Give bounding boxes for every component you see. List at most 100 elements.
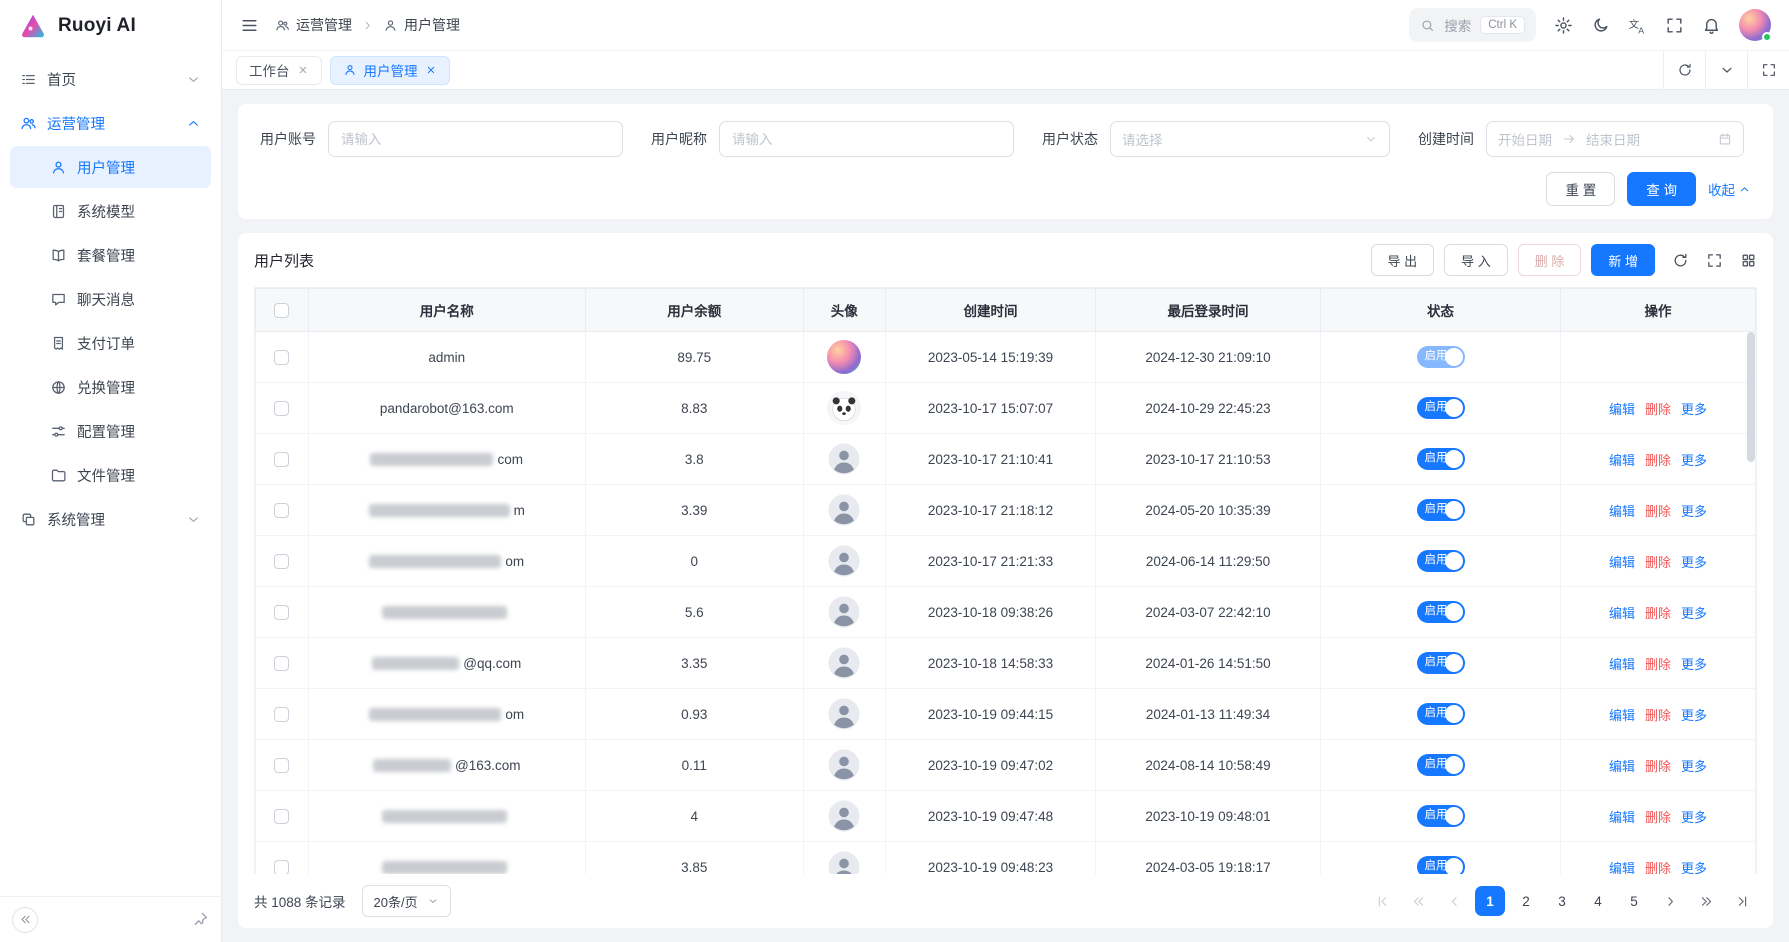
export-button[interactable]: 导 出 [1371,244,1435,276]
page-first-button[interactable] [1367,886,1397,916]
more-link[interactable]: 更多 [1681,555,1707,570]
sidebar-item[interactable]: 支付订单 [10,322,211,364]
table-scrollbar[interactable] [1747,332,1755,874]
status-toggle[interactable]: 启用 [1417,754,1465,776]
more-link[interactable]: 更多 [1681,504,1707,519]
edit-link[interactable]: 编辑 [1609,759,1635,774]
scrollbar-thumb[interactable] [1747,332,1755,462]
gear-icon[interactable] [1554,16,1573,35]
page-size-select[interactable]: 20条/页 [362,885,451,917]
status-toggle[interactable]: 启用 [1417,448,1465,470]
more-link[interactable]: 更多 [1681,810,1707,825]
more-link[interactable]: 更多 [1681,657,1707,672]
page-button[interactable]: 3 [1547,886,1577,916]
row-checkbox[interactable] [274,401,289,416]
reset-button[interactable]: 重 置 [1546,172,1615,206]
page-next-button[interactable] [1655,886,1685,916]
breadcrumb-operations[interactable]: 运营管理 [275,15,352,35]
status-toggle[interactable]: 启用 [1417,397,1465,419]
sidebar-item[interactable]: 兑换管理 [10,366,211,408]
page-prev-button[interactable] [1439,886,1469,916]
created-date-range[interactable]: 开始日期 结束日期 [1486,121,1744,157]
delete-link[interactable]: 删除 [1645,810,1671,825]
row-checkbox[interactable] [274,350,289,365]
close-icon[interactable] [297,64,309,76]
tab-workbench[interactable]: 工作台 [236,56,322,85]
delete-link[interactable]: 删除 [1645,759,1671,774]
page-button[interactable]: 1 [1475,886,1505,916]
refresh-icon[interactable] [1672,252,1689,269]
status-toggle[interactable]: 启用 [1417,346,1465,368]
close-icon[interactable] [425,64,437,76]
sidebar-item[interactable]: 配置管理 [10,410,211,452]
sidebar-item[interactable]: 套餐管理 [10,234,211,276]
global-search[interactable]: 搜索 Ctrl K [1409,8,1536,42]
nickname-input[interactable] [719,121,1014,157]
fullscreen-icon[interactable] [1665,16,1684,35]
delete-link[interactable]: 删除 [1645,861,1671,875]
edit-link[interactable]: 编辑 [1609,402,1635,417]
status-toggle[interactable]: 启用 [1417,703,1465,725]
grid-icon[interactable] [1740,252,1757,269]
collapse-filters-link[interactable]: 收起 [1708,179,1751,199]
status-toggle[interactable]: 启用 [1417,652,1465,674]
row-checkbox[interactable] [274,860,289,874]
tab-menu-button[interactable] [1705,51,1747,89]
account-input[interactable] [328,121,623,157]
fullscreen-icon[interactable] [1706,252,1723,269]
sidebar-item[interactable]: 文件管理 [10,454,211,496]
delete-link[interactable]: 删除 [1645,555,1671,570]
page-prev-group-button[interactable] [1403,886,1433,916]
bell-icon[interactable] [1702,16,1721,35]
edit-link[interactable]: 编辑 [1609,861,1635,875]
hamburger-icon[interactable] [240,16,259,35]
page-button[interactable]: 2 [1511,886,1541,916]
edit-link[interactable]: 编辑 [1609,657,1635,672]
row-checkbox[interactable] [274,656,289,671]
tab-refresh-button[interactable] [1663,51,1705,89]
moon-icon[interactable] [1591,16,1610,35]
select-all-checkbox[interactable] [274,303,289,318]
sidebar-collapse-button[interactable] [12,907,38,933]
row-checkbox[interactable] [274,758,289,773]
more-link[interactable]: 更多 [1681,861,1707,875]
status-toggle[interactable]: 启用 [1417,550,1465,572]
row-checkbox[interactable] [274,605,289,620]
row-checkbox[interactable] [274,452,289,467]
more-link[interactable]: 更多 [1681,708,1707,723]
sidebar-item[interactable]: 运营管理 [10,102,211,144]
page-button[interactable]: 4 [1583,886,1613,916]
edit-link[interactable]: 编辑 [1609,453,1635,468]
row-checkbox[interactable] [274,707,289,722]
sidebar-item[interactable]: 系统模型 [10,190,211,232]
page-next-group-button[interactable] [1691,886,1721,916]
sidebar-item[interactable]: 聊天消息 [10,278,211,320]
tab-user-management[interactable]: 用户管理 [330,56,450,85]
more-link[interactable]: 更多 [1681,453,1707,468]
status-toggle[interactable]: 启用 [1417,805,1465,827]
status-select[interactable]: 请选择 [1110,121,1390,157]
delete-link[interactable]: 删除 [1645,453,1671,468]
sidebar-item[interactable]: 用户管理 [10,146,211,188]
more-link[interactable]: 更多 [1681,606,1707,621]
edit-link[interactable]: 编辑 [1609,810,1635,825]
row-checkbox[interactable] [274,809,289,824]
tab-fullscreen-button[interactable] [1747,51,1789,89]
edit-link[interactable]: 编辑 [1609,504,1635,519]
row-checkbox[interactable] [274,554,289,569]
delete-link[interactable]: 删除 [1645,504,1671,519]
delete-link[interactable]: 删除 [1645,606,1671,621]
edit-link[interactable]: 编辑 [1609,708,1635,723]
sidebar-item[interactable]: 首页 [10,58,211,100]
edit-link[interactable]: 编辑 [1609,555,1635,570]
more-link[interactable]: 更多 [1681,759,1707,774]
status-toggle[interactable]: 启用 [1417,601,1465,623]
edit-link[interactable]: 编辑 [1609,606,1635,621]
page-last-button[interactable] [1727,886,1757,916]
user-avatar-button[interactable] [1739,9,1771,41]
delete-button[interactable]: 删 除 [1518,244,1582,276]
import-button[interactable]: 导 入 [1444,244,1508,276]
pin-icon[interactable] [192,911,209,928]
delete-link[interactable]: 删除 [1645,708,1671,723]
translate-icon[interactable]: 文A [1628,16,1647,35]
